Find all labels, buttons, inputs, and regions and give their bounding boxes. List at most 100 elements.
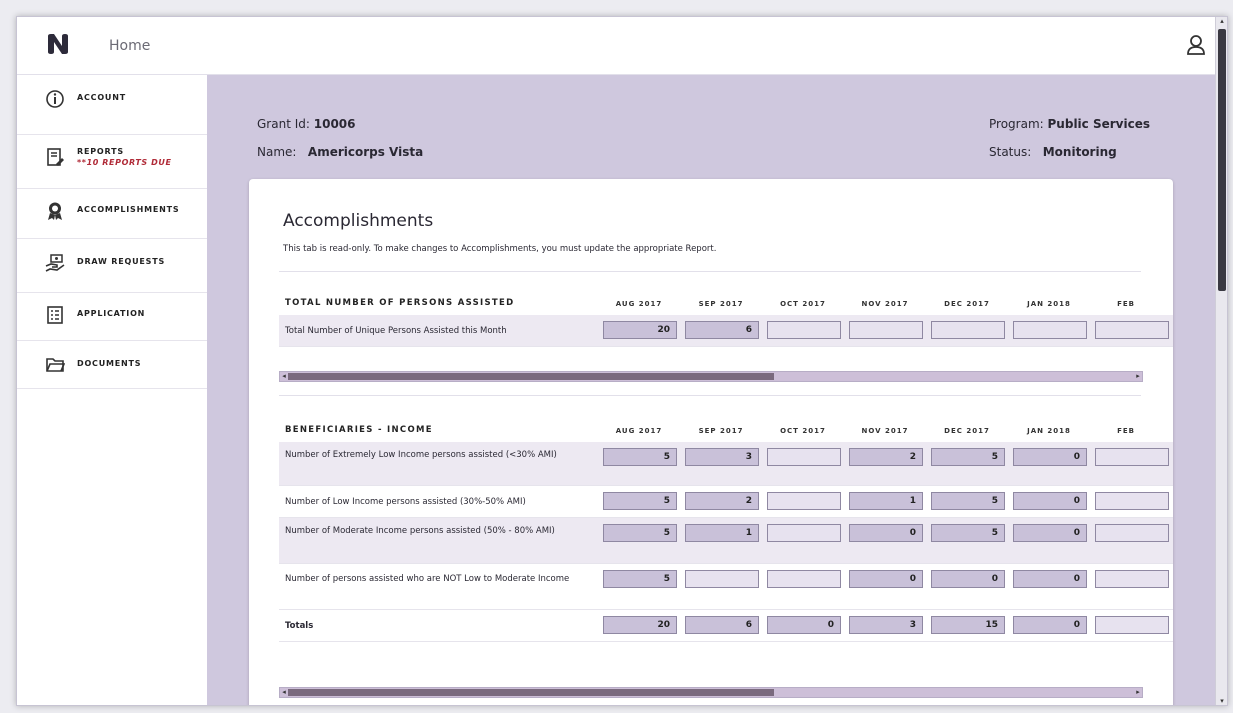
table-row: Number of Low Income persons assisted (3… bbox=[279, 486, 1173, 518]
sidebar-item-label: ACCOMPLISHMENTS bbox=[77, 205, 180, 214]
row-label: Total Number of Unique Persons Assisted … bbox=[285, 326, 507, 336]
column-header: AUG 2017 bbox=[615, 300, 663, 308]
sidebar-item-reports[interactable]: REPORTS **10 REPORTS DUE bbox=[17, 135, 207, 189]
scroll-right-icon[interactable]: ▸ bbox=[1134, 372, 1142, 381]
value-cell: 0 bbox=[1013, 570, 1087, 588]
reports-due-badge: **10 REPORTS DUE bbox=[77, 158, 172, 167]
value-cell: 2 bbox=[685, 492, 759, 510]
sidebar-item-documents[interactable]: DOCUMENTS bbox=[17, 341, 207, 389]
value-cell: 6 bbox=[685, 616, 759, 634]
value-cell: 0 bbox=[1013, 492, 1087, 510]
scrollbar-thumb[interactable] bbox=[288, 689, 774, 696]
table-row: Total Number of Unique Persons Assisted … bbox=[279, 315, 1173, 347]
scrollbar-thumb[interactable] bbox=[288, 373, 774, 380]
home-link[interactable]: Home bbox=[109, 38, 150, 54]
value-cell: 0 bbox=[849, 570, 923, 588]
column-header: NOV 2017 bbox=[861, 427, 909, 435]
accomplishments-card: Accomplishments This tab is read-only. T… bbox=[249, 179, 1173, 705]
page-description: This tab is read-only. To make changes t… bbox=[283, 244, 717, 254]
value-cell bbox=[767, 524, 841, 542]
value-cell: 5 bbox=[603, 570, 677, 588]
totals-row: Totals 20 6 0 3 15 0 bbox=[279, 610, 1173, 642]
value-cell: 0 bbox=[849, 524, 923, 542]
row-label: Totals bbox=[285, 621, 314, 631]
column-header: JAN 2018 bbox=[1027, 300, 1071, 308]
main-content: Grant Id: 10006 Name: Americorps Vista P… bbox=[207, 75, 1217, 705]
money-hand-icon bbox=[45, 254, 65, 272]
sidebar-item-draw-requests[interactable]: DRAW REQUESTS bbox=[17, 239, 207, 293]
value-cell: 3 bbox=[849, 616, 923, 634]
value-cell bbox=[1013, 321, 1087, 339]
app-window: Home ACCOUNT REPORTS **10 REPORTS DUE AC… bbox=[16, 16, 1228, 706]
value-cell: 20 bbox=[603, 616, 677, 634]
value-cell bbox=[767, 321, 841, 339]
beneficiaries-income-section: BENEFICIARIES - INCOME AUG 2017 SEP 2017… bbox=[279, 422, 1173, 642]
divider bbox=[279, 271, 1141, 272]
column-header: AUG 2017 bbox=[615, 427, 663, 435]
value-cell: 0 bbox=[767, 616, 841, 634]
page-title: Accomplishments bbox=[283, 211, 434, 231]
sidebar: ACCOUNT REPORTS **10 REPORTS DUE ACCOMPL… bbox=[17, 75, 207, 705]
column-header: JAN 2018 bbox=[1027, 427, 1071, 435]
sidebar-item-label: APPLICATION bbox=[77, 309, 146, 318]
logo-icon[interactable] bbox=[47, 34, 69, 54]
value-cell: 5 bbox=[603, 492, 677, 510]
section-header: TOTAL NUMBER OF PERSONS ASSISTED AUG 201… bbox=[279, 295, 1173, 315]
top-bar: Home bbox=[17, 17, 1227, 75]
scroll-right-icon[interactable]: ▸ bbox=[1134, 688, 1142, 697]
column-header: NOV 2017 bbox=[861, 300, 909, 308]
scroll-up-icon[interactable]: ▴ bbox=[1216, 17, 1227, 27]
horizontal-scrollbar[interactable]: ◂ ▸ bbox=[279, 687, 1143, 698]
value-cell: 2 bbox=[849, 448, 923, 466]
scroll-down-icon[interactable]: ▾ bbox=[1216, 697, 1227, 705]
value-cell: 5 bbox=[931, 524, 1005, 542]
column-header: SEP 2017 bbox=[698, 427, 744, 435]
scroll-left-icon[interactable]: ◂ bbox=[280, 688, 288, 697]
column-header: FEB bbox=[1117, 300, 1135, 308]
section-title: BENEFICIARIES - INCOME bbox=[285, 425, 433, 435]
status-label: Status: bbox=[989, 145, 1032, 159]
column-header: OCT 2017 bbox=[780, 300, 826, 308]
folder-icon bbox=[46, 358, 65, 372]
value-cell: 20 bbox=[603, 321, 677, 339]
user-icon[interactable] bbox=[1185, 34, 1207, 56]
value-cell: 1 bbox=[849, 492, 923, 510]
value-cell bbox=[1095, 492, 1169, 510]
checklist-icon bbox=[47, 306, 63, 324]
value-cell bbox=[1095, 524, 1169, 542]
value-cell: 0 bbox=[931, 570, 1005, 588]
row-label: Number of Low Income persons assisted (3… bbox=[285, 497, 526, 507]
value-cell: 3 bbox=[685, 448, 759, 466]
value-cell bbox=[931, 321, 1005, 339]
sidebar-item-account[interactable]: ACCOUNT bbox=[17, 89, 207, 135]
column-header: DEC 2017 bbox=[944, 427, 990, 435]
program-label: Program: bbox=[989, 117, 1044, 131]
vertical-scrollbar[interactable]: ▴ ▾ bbox=[1215, 17, 1227, 705]
award-icon bbox=[48, 202, 62, 220]
value-cell bbox=[685, 570, 759, 588]
value-cell bbox=[767, 570, 841, 588]
value-cell bbox=[849, 321, 923, 339]
total-persons-section: TOTAL NUMBER OF PERSONS ASSISTED AUG 201… bbox=[279, 295, 1173, 347]
value-cell: 1 bbox=[685, 524, 759, 542]
value-cell bbox=[767, 492, 841, 510]
status-value: Monitoring bbox=[1042, 145, 1117, 159]
value-cell: 0 bbox=[1013, 448, 1087, 466]
report-icon bbox=[47, 148, 64, 166]
value-cell: 5 bbox=[603, 448, 677, 466]
value-cell bbox=[1095, 321, 1169, 339]
column-header: SEP 2017 bbox=[698, 300, 744, 308]
value-cell: 0 bbox=[1013, 524, 1087, 542]
sidebar-item-label: ACCOUNT bbox=[77, 93, 126, 102]
program-value: Public Services bbox=[1047, 117, 1150, 131]
scroll-left-icon[interactable]: ◂ bbox=[280, 372, 288, 381]
sidebar-item-application[interactable]: APPLICATION bbox=[17, 293, 207, 341]
section-header: BENEFICIARIES - INCOME AUG 2017 SEP 2017… bbox=[279, 422, 1173, 442]
table-row: Number of persons assisted who are NOT L… bbox=[279, 564, 1173, 610]
scrollbar-thumb[interactable] bbox=[1218, 29, 1226, 291]
sidebar-item-label: DRAW REQUESTS bbox=[77, 257, 166, 266]
grant-program: Program: Public Services bbox=[989, 117, 1150, 131]
horizontal-scrollbar[interactable]: ◂ ▸ bbox=[279, 371, 1143, 382]
row-label: Number of persons assisted who are NOT L… bbox=[285, 574, 570, 584]
sidebar-item-accomplishments[interactable]: ACCOMPLISHMENTS bbox=[17, 189, 207, 239]
